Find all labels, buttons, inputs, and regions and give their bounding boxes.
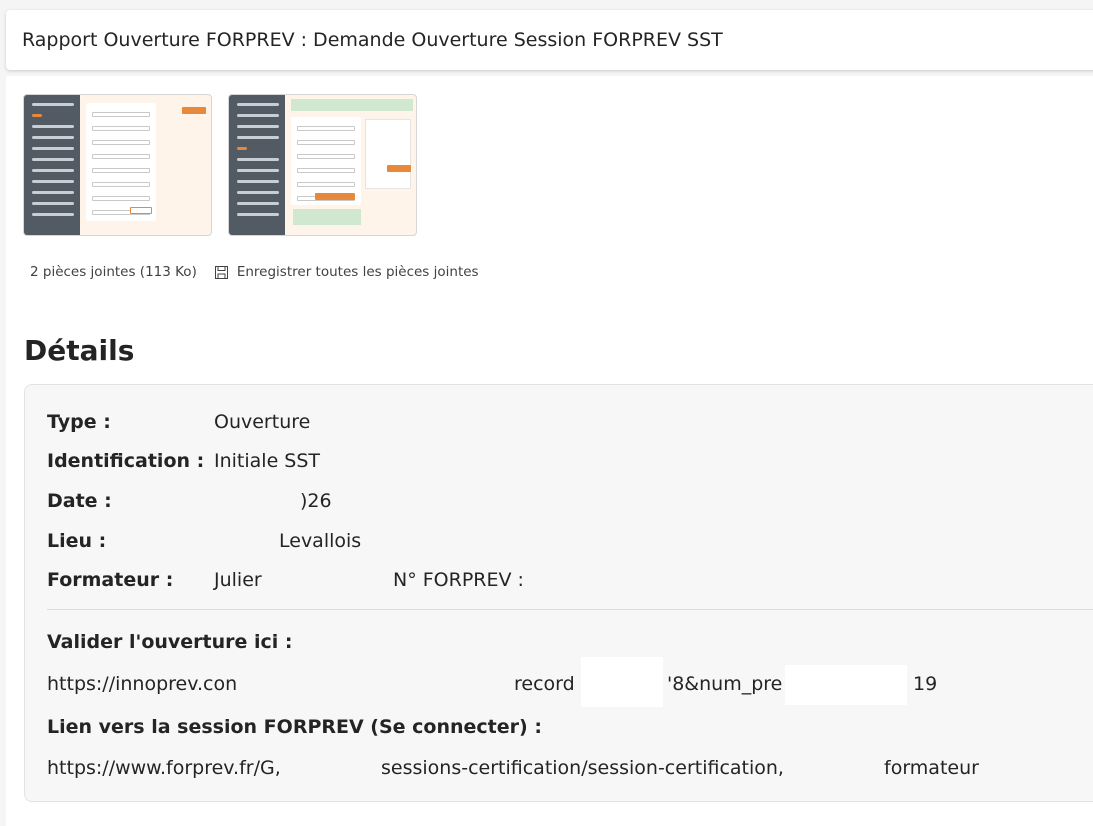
attachment-thumbnail-1[interactable]	[23, 94, 212, 236]
validate-link-part: '8&num_pre	[667, 673, 783, 695]
details-divider	[47, 609, 1093, 610]
type-value: Ouverture	[214, 411, 311, 433]
date-value: )26	[300, 490, 332, 512]
forprev-number-label: N° FORPREV :	[393, 569, 524, 591]
save-icon	[214, 265, 228, 279]
details-heading: Détails	[24, 334, 135, 367]
thumbnail-success-banner	[291, 99, 413, 111]
thumbnail-button	[315, 193, 355, 200]
details-card: Type : Ouverture Identification : Initia…	[24, 384, 1093, 802]
thumbnail-card	[365, 119, 411, 189]
thumbnail-button	[130, 207, 152, 214]
session-link-part: sessions-certification/session-certifica…	[381, 757, 784, 779]
attachment-thumbnail-2[interactable]	[228, 94, 417, 236]
formateur-label: Formateur :	[47, 569, 174, 591]
redaction-block	[581, 657, 663, 707]
thumbnail-form	[291, 117, 361, 205]
save-all-label: Enregistrer toutes les pièces jointes	[236, 264, 479, 280]
identification-value: Initiale SST	[214, 450, 321, 472]
formateur-value: Julier	[214, 569, 262, 591]
thumbnail-form	[86, 103, 156, 221]
thumbnail-button	[387, 165, 411, 172]
thumbnail-success-box	[293, 209, 361, 225]
lieu-label: Lieu :	[47, 530, 107, 552]
identification-label: Identification :	[47, 450, 205, 472]
session-heading: Lien vers la session FORPREV (Se connect…	[47, 716, 542, 738]
thumbnail-sidebar	[229, 95, 285, 235]
type-label: Type :	[47, 411, 111, 433]
lieu-value: Levallois	[279, 530, 362, 552]
thumbnail-button	[182, 107, 206, 114]
thumbnail-sidebar	[24, 95, 80, 235]
email-body: 2 pièces jointes (113 Ko) Enregistrer to…	[6, 76, 1093, 826]
redaction-block	[785, 665, 907, 705]
validate-link-part: https://innoprev.con	[47, 673, 238, 695]
attachments-meta: 2 pièces jointes (113 Ko) Enregistrer to…	[30, 264, 479, 280]
validate-link-part: record	[514, 673, 575, 695]
session-link-part: https://www.forprev.fr/G,	[47, 757, 281, 779]
save-all-attachments-button[interactable]: Enregistrer toutes les pièces jointes	[214, 264, 479, 280]
email-subject-bar: Rapport Ouverture FORPREV : Demande Ouve…	[6, 10, 1093, 70]
attachments-count: 2 pièces jointes (113 Ko)	[30, 264, 197, 280]
validate-link-part: 19	[913, 673, 938, 695]
email-subject: Rapport Ouverture FORPREV : Demande Ouve…	[22, 29, 723, 51]
date-label: Date :	[47, 490, 112, 512]
validate-heading: Valider l'ouverture ici :	[47, 631, 293, 653]
session-link-part: formateur	[884, 757, 979, 779]
